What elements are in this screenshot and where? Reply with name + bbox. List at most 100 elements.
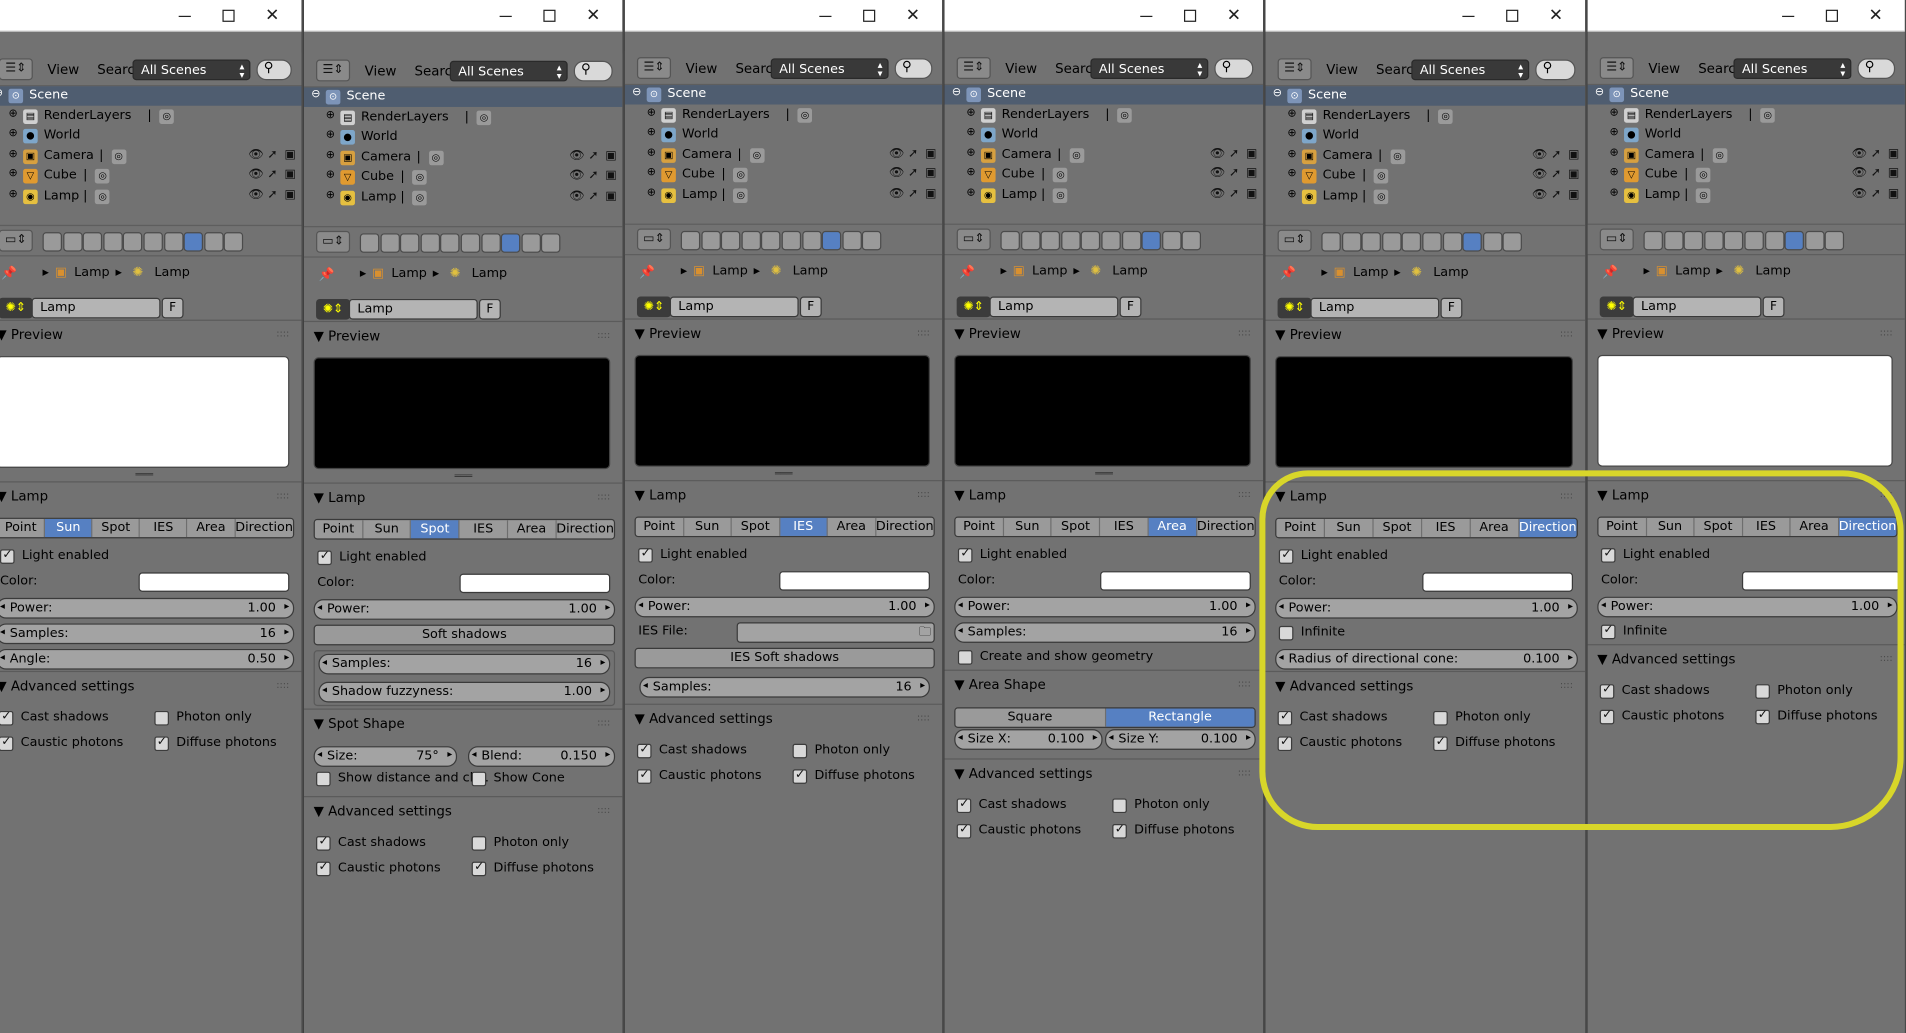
physics-tab-icon[interactable] bbox=[541, 233, 561, 253]
ies-soft-shadows-toggle[interactable]: IES Soft shadows bbox=[634, 647, 935, 669]
preview-section-header[interactable]: ▼ Preview bbox=[314, 328, 381, 344]
expand-icon[interactable]: ⊕ bbox=[1287, 148, 1296, 160]
panel-grip-icon[interactable]: :::: bbox=[1238, 678, 1251, 689]
expand-icon[interactable]: ⊕ bbox=[647, 127, 656, 139]
lamp-type-area[interactable]: Area bbox=[827, 517, 876, 536]
decrement-arrow-icon[interactable]: ◂ bbox=[0, 651, 5, 662]
outliner-row-lamp[interactable]: ⊕ ◉ Lamp | ◎ 👁 ➚ ▣ bbox=[625, 186, 942, 205]
lamp-type-point[interactable]: Point bbox=[635, 517, 684, 536]
panel-grip-icon[interactable]: :::: bbox=[597, 491, 610, 502]
render-tab-icon[interactable] bbox=[42, 232, 62, 252]
constraints-tab-icon[interactable] bbox=[143, 232, 163, 252]
visibility-eye-icon[interactable]: 👁 bbox=[248, 168, 263, 181]
advanced-settings-section-header[interactable]: ▼ Advanced settings bbox=[1275, 678, 1413, 694]
cast-shadows-checkbox[interactable] bbox=[636, 743, 652, 759]
panel-grip-icon[interactable]: :::: bbox=[276, 679, 289, 690]
lamp-type-sun[interactable]: Sun bbox=[1003, 517, 1053, 536]
cast-shadows-checkbox[interactable] bbox=[956, 797, 972, 814]
outliner-row-renderlayers[interactable]: ⊕ ▤ RenderLayers | ◎ bbox=[945, 105, 1263, 124]
selectability-cursor-icon[interactable]: ➚ bbox=[1551, 168, 1561, 181]
data-tab-icon[interactable] bbox=[1462, 232, 1483, 252]
preview-section-header[interactable]: ▼ Preview bbox=[954, 326, 1021, 342]
outliner-row-lamp[interactable]: ⊕ ◉ Lamp | ◎ 👁 ➚ ▣ bbox=[1588, 186, 1905, 205]
properties-editor-type-button[interactable]: ▭⇕ bbox=[1277, 229, 1312, 252]
world-tab-icon[interactable] bbox=[1381, 232, 1402, 252]
increment-arrow-icon[interactable]: ▸ bbox=[284, 626, 289, 637]
selectability-cursor-icon[interactable]: ➚ bbox=[1229, 167, 1239, 180]
texture-tab-icon[interactable] bbox=[521, 233, 541, 253]
outliner-row-scene[interactable]: ⊖ ⊙ Scene bbox=[1265, 86, 1586, 106]
view-menu[interactable]: View bbox=[1326, 62, 1358, 78]
photon-only-checkbox[interactable] bbox=[792, 743, 808, 759]
lamp-name-field[interactable]: Lamp bbox=[348, 298, 478, 320]
expand-icon[interactable]: ⊕ bbox=[966, 167, 975, 179]
render-tab-icon[interactable] bbox=[1321, 232, 1341, 252]
scenes-dropdown[interactable]: All Scenes ▴ ▾ bbox=[1411, 59, 1530, 81]
power-field[interactable]: ◂ Power: 1.00 ▸ bbox=[954, 596, 1256, 618]
size-x-field[interactable]: ◂ Size X: 0.100 ▸ bbox=[954, 729, 1103, 750]
increment-arrow-icon[interactable]: ▸ bbox=[605, 602, 610, 613]
panel-grip-icon[interactable]: :::: bbox=[1238, 327, 1251, 338]
close-icon[interactable]: ✕ bbox=[1219, 4, 1248, 28]
lamp-color-swatch[interactable] bbox=[1422, 572, 1573, 592]
increment-arrow-icon[interactable]: ▸ bbox=[284, 651, 289, 662]
power-field[interactable]: ◂ Power: 1.00 ▸ bbox=[0, 597, 295, 619]
panel-grip-icon[interactable]: :::: bbox=[276, 490, 289, 501]
outliner-row-camera[interactable]: ⊕ ▣ Camera | ◎ 👁 ➚ ▣ bbox=[0, 147, 301, 166]
outliner-row-renderlayers[interactable]: ⊕ ▤ RenderLayers | ◎ bbox=[304, 108, 622, 127]
lamp-color-swatch[interactable] bbox=[1741, 571, 1900, 591]
maximize-icon[interactable] bbox=[855, 4, 884, 28]
maximize-icon[interactable] bbox=[214, 4, 243, 28]
expand-icon[interactable]: ⊕ bbox=[1609, 187, 1618, 199]
lamp-color-swatch[interactable] bbox=[779, 571, 930, 591]
texture-tab-icon[interactable] bbox=[1482, 232, 1503, 252]
spot-size-field[interactable]: ◂ Size: 75° ▸ bbox=[313, 746, 458, 767]
lamp-type-point[interactable]: Point bbox=[1598, 517, 1647, 536]
data-tab-icon[interactable] bbox=[183, 232, 204, 252]
selectability-cursor-icon[interactable]: ➚ bbox=[267, 188, 277, 201]
outliner-row-world[interactable]: ⊕ ● World bbox=[625, 125, 942, 144]
lamp-type-area[interactable]: Area bbox=[1148, 517, 1197, 536]
create-geometry-checkbox[interactable] bbox=[957, 650, 973, 665]
visibility-eye-icon[interactable]: 👁 bbox=[1210, 147, 1225, 160]
expand-icon[interactable]: ⊕ bbox=[1287, 168, 1296, 180]
renderability-camera-icon[interactable]: ▣ bbox=[284, 188, 295, 201]
editor-type-button[interactable]: ☰⇕ bbox=[956, 57, 991, 79]
collapse-icon[interactable]: ⊖ bbox=[311, 89, 320, 101]
editor-type-button[interactable]: ☰⇕ bbox=[0, 58, 33, 81]
diffuse-photons-checkbox[interactable] bbox=[1433, 735, 1448, 752]
texture-tab-icon[interactable] bbox=[842, 230, 862, 251]
lamp-type-point[interactable]: Point bbox=[0, 518, 46, 538]
panel-grip-icon[interactable]: :::: bbox=[917, 327, 930, 338]
texture-tab-icon[interactable] bbox=[1804, 230, 1825, 251]
selectability-cursor-icon[interactable]: ➚ bbox=[588, 190, 598, 203]
cast-shadows-checkbox[interactable] bbox=[1599, 683, 1615, 699]
outliner-row-cube[interactable]: ⊕ ▽ Cube | ◎ 👁 ➚ ▣ bbox=[1588, 166, 1905, 185]
outliner-row-renderlayers[interactable]: ⊕ ▤ RenderLayers | ◎ bbox=[625, 105, 942, 124]
texture-tab-icon[interactable] bbox=[1161, 230, 1182, 251]
pin-icon[interactable]: 📌 bbox=[1, 265, 17, 281]
panel-grip-icon[interactable]: :::: bbox=[1880, 653, 1893, 664]
photon-only-checkbox[interactable] bbox=[1433, 710, 1448, 726]
outliner-row-lamp[interactable]: ⊕ ◉ Lamp | ◎ 👁 ➚ ▣ bbox=[1265, 187, 1585, 206]
properties-editor-type-button[interactable]: ▭⇕ bbox=[0, 229, 33, 252]
advanced-settings-section-header[interactable]: ▼ Advanced settings bbox=[1597, 651, 1735, 667]
lamp-type-spot[interactable]: Spot bbox=[731, 517, 780, 536]
data-tab-icon[interactable] bbox=[1784, 230, 1805, 251]
modifiers-tab-icon[interactable] bbox=[1442, 232, 1462, 252]
visibility-eye-icon[interactable]: 👁 bbox=[248, 148, 263, 161]
view-menu[interactable]: View bbox=[1648, 61, 1680, 77]
object-tab-icon[interactable] bbox=[440, 233, 460, 253]
data-tab-icon[interactable] bbox=[821, 230, 842, 251]
properties-editor-type-button[interactable]: ▭⇕ bbox=[956, 228, 991, 251]
expand-icon[interactable]: ⊕ bbox=[326, 169, 335, 181]
lamp-type-ies[interactable]: IES bbox=[1421, 518, 1471, 538]
lamp-section-header[interactable]: ▼ Lamp bbox=[954, 487, 1006, 503]
diffuse-photons-checkbox[interactable] bbox=[471, 860, 487, 877]
renderability-camera-icon[interactable]: ▣ bbox=[605, 190, 616, 203]
expand-icon[interactable]: ⊕ bbox=[966, 127, 975, 139]
area-shape-section-header[interactable]: ▼ Area Shape bbox=[954, 677, 1045, 693]
lamp-section-header[interactable]: ▼ Lamp bbox=[1275, 489, 1327, 505]
visibility-eye-icon[interactable]: 👁 bbox=[889, 187, 904, 200]
light-enabled-checkbox[interactable] bbox=[0, 548, 15, 564]
